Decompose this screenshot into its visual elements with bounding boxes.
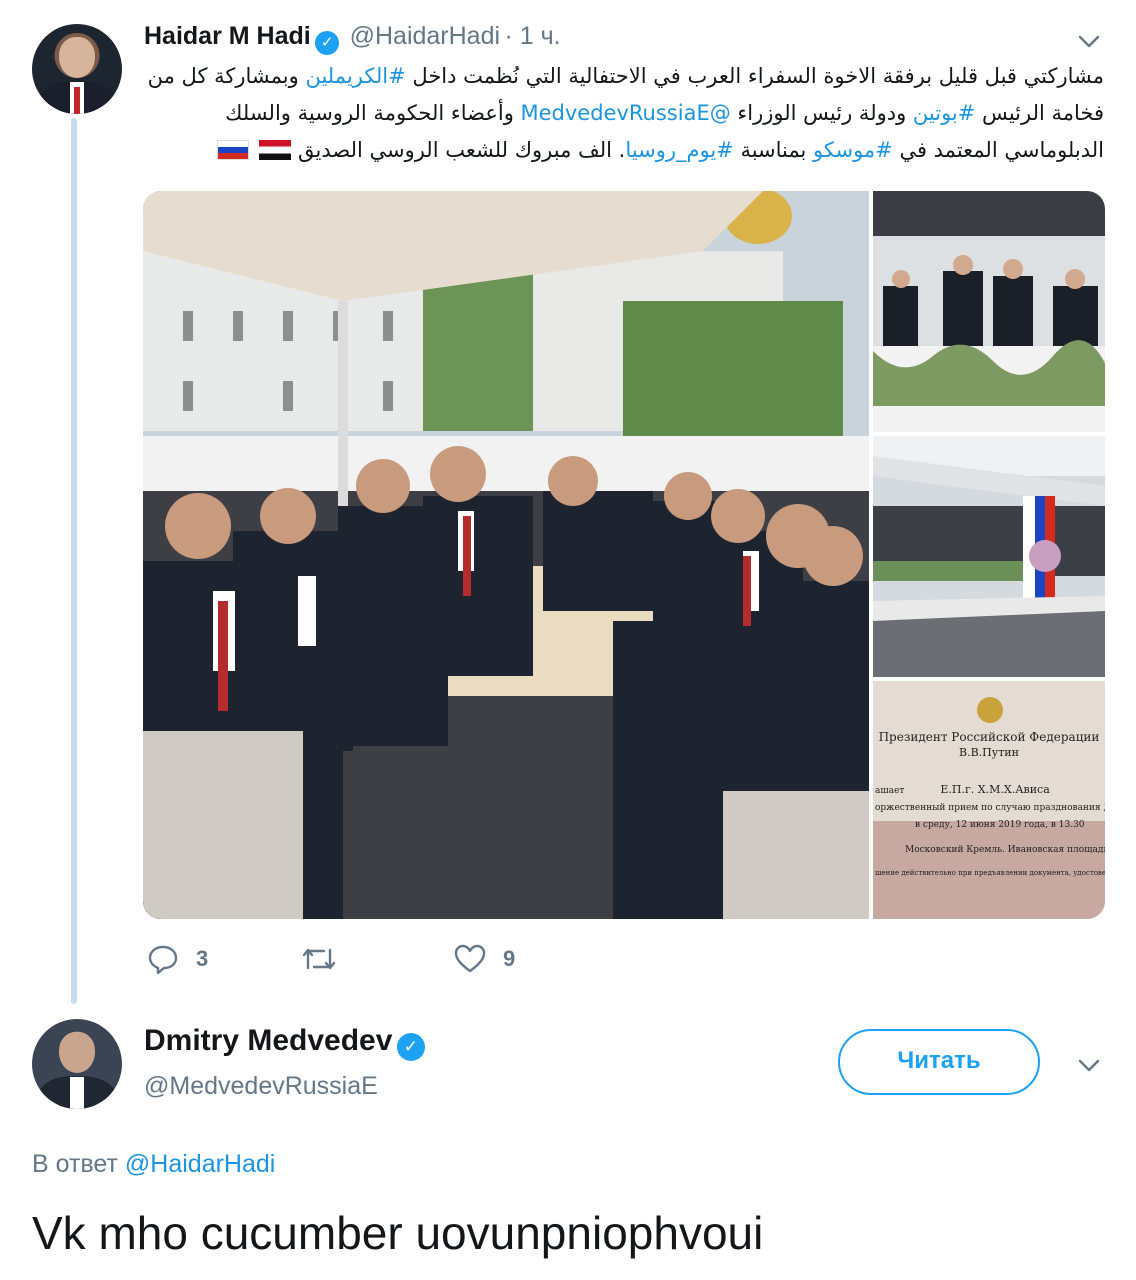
media-photo-invitation[interactable]: Президент Российской Федерации В.В.Путин… (873, 681, 1105, 919)
reply-text: Vk mho cucumber uovunpniophvoui (32, 1207, 764, 1259)
reply-author-name[interactable]: Dmitry Medvedev (144, 1024, 392, 1057)
tweet-media[interactable]: Президент Российской Федерации В.В.Путин… (143, 191, 1105, 919)
reply-icon[interactable] (146, 942, 180, 976)
reply-count: 3 (196, 946, 209, 971)
tweet-text-line-2: فخامة الرئيس #بوتين ودولة رئيس الوزراء @… (225, 101, 1104, 125)
invitation-line-7: шение действительно при предъявлении док… (875, 869, 1105, 877)
retweet-action[interactable] (300, 942, 338, 976)
avatar-haidar[interactable] (32, 24, 122, 114)
coat-of-arms-icon (977, 697, 1003, 723)
hashtag-putin[interactable]: #بوتين (913, 101, 975, 125)
follow-button[interactable]: Читать (838, 1029, 1040, 1095)
thread-line (71, 118, 77, 1004)
reply-author-handle[interactable]: @MedvedevRussiaE (144, 1072, 378, 1101)
iraq-flag-icon (259, 140, 292, 160)
invitation-line-1: Президент Российской Федерации (878, 730, 1100, 744)
tweet-time[interactable]: · 1 ч. (505, 22, 561, 50)
like-action[interactable]: 9 (453, 942, 515, 976)
verified-badge-icon: ✓ (315, 31, 340, 55)
retweet-icon[interactable] (300, 942, 338, 976)
hashtag-kremlin[interactable]: #الكريملين (305, 64, 405, 88)
invitation-line-4: оржественный прием по случаю праздновани… (875, 803, 1105, 813)
hashtag-russia-day[interactable]: #يوم_روسيا (625, 138, 733, 162)
reply-action[interactable]: 3 (146, 942, 208, 976)
mention-medvedev[interactable]: @MedvedevRussiaE (521, 101, 731, 125)
invitation-line-3b: Е.П.г. Х.М.Х.Ависа (940, 783, 1050, 796)
russia-flag-icon (217, 140, 250, 160)
invitation-line-5: в среду, 12 июня 2019 года, в 13.30 (915, 820, 1085, 830)
author-handle[interactable]: @HaidarHadi (350, 22, 500, 50)
heart-icon[interactable] (453, 942, 487, 976)
tweet-text: مشاركتي قبل قليل برفقة الاخوة السفراء ال… (144, 58, 1104, 169)
invitation-line-6: Московский Кремль. Ивановская площадь (905, 845, 1105, 855)
tweet-text-line-1: مشاركتي قبل قليل برفقة الاخوة السفراء ال… (147, 64, 1104, 88)
media-photo-main[interactable] (143, 191, 869, 919)
in-reply-prefix: В ответ (32, 1150, 118, 1178)
chevron-down-icon[interactable] (1074, 26, 1104, 56)
avatar-medvedev[interactable] (32, 1019, 122, 1109)
media-photo-stage[interactable] (873, 436, 1105, 677)
like-count: 9 (503, 946, 516, 971)
verified-badge-icon: ✓ (396, 1033, 425, 1061)
invitation-line-3a: ашает (875, 786, 905, 796)
tweet-header: Haidar M Hadi ✓ @HaidarHadi · 1 ч. (144, 22, 561, 55)
author-name[interactable]: Haidar M Hadi (144, 22, 311, 50)
tweet-text-line-3: الدبلوماسي المعتمد في #موسكو بمناسبة #يو… (144, 132, 1104, 169)
chevron-down-icon[interactable] (1074, 1050, 1104, 1080)
in-reply-to: В ответ @HaidarHadi (32, 1150, 275, 1179)
invitation-line-2: В.В.Путин (959, 746, 1019, 759)
reply-author-name-row: Dmitry Medvedev ✓ (144, 1024, 425, 1061)
in-reply-handle[interactable]: @HaidarHadi (125, 1150, 275, 1178)
media-photo-reception[interactable] (873, 191, 1105, 432)
hashtag-moscow[interactable]: #موسكو (813, 138, 893, 162)
